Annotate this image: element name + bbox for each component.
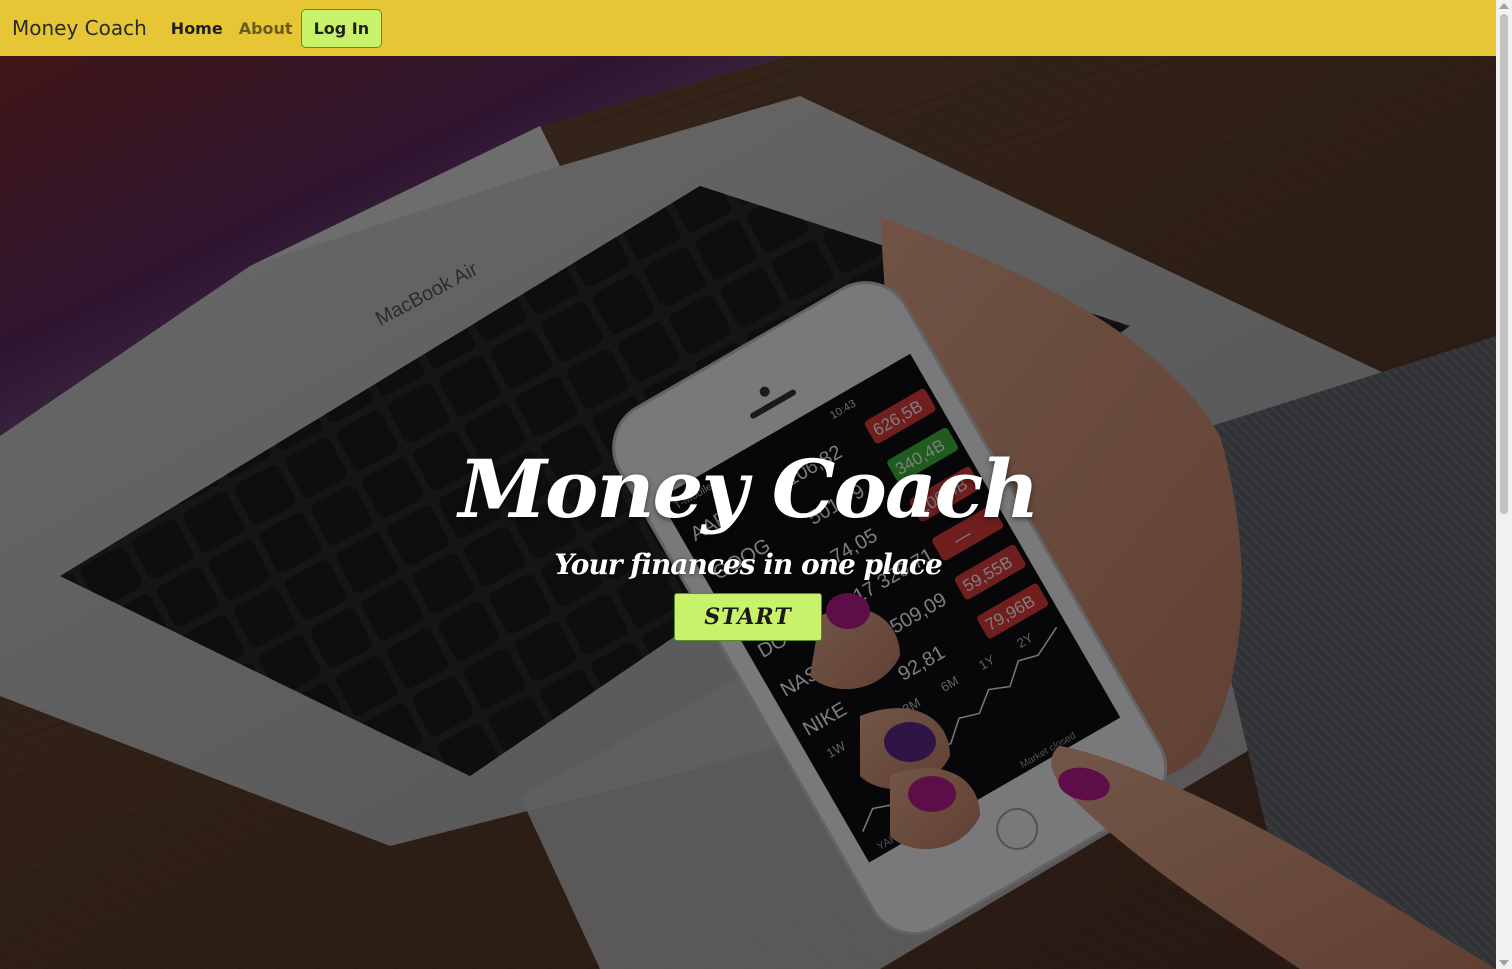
navbar: Money Coach Home About Log In xyxy=(0,0,1496,56)
hero-section: MacBook Air T-Mobile.pl 10:43 AAPL 106,8… xyxy=(0,56,1496,969)
nav-link-home[interactable]: Home xyxy=(171,19,223,38)
scroll-down-arrow-icon[interactable] xyxy=(1499,960,1509,966)
nav-link-about[interactable]: About xyxy=(239,19,293,38)
start-button[interactable]: START xyxy=(674,593,822,641)
scroll-up-arrow-icon[interactable] xyxy=(1499,3,1509,9)
page-scrollbar[interactable] xyxy=(1496,0,1512,969)
hero-subtitle: Your finances in one place xyxy=(554,548,943,581)
hero-title: Money Coach xyxy=(458,442,1039,536)
login-button[interactable]: Log In xyxy=(300,8,383,48)
scrollbar-thumb[interactable] xyxy=(1500,14,1508,514)
page: Money Coach Home About Log In MacBook Ai… xyxy=(0,0,1512,969)
hero-content: Money Coach Your finances in one place S… xyxy=(0,441,1496,641)
brand-link[interactable]: Money Coach xyxy=(12,16,147,40)
